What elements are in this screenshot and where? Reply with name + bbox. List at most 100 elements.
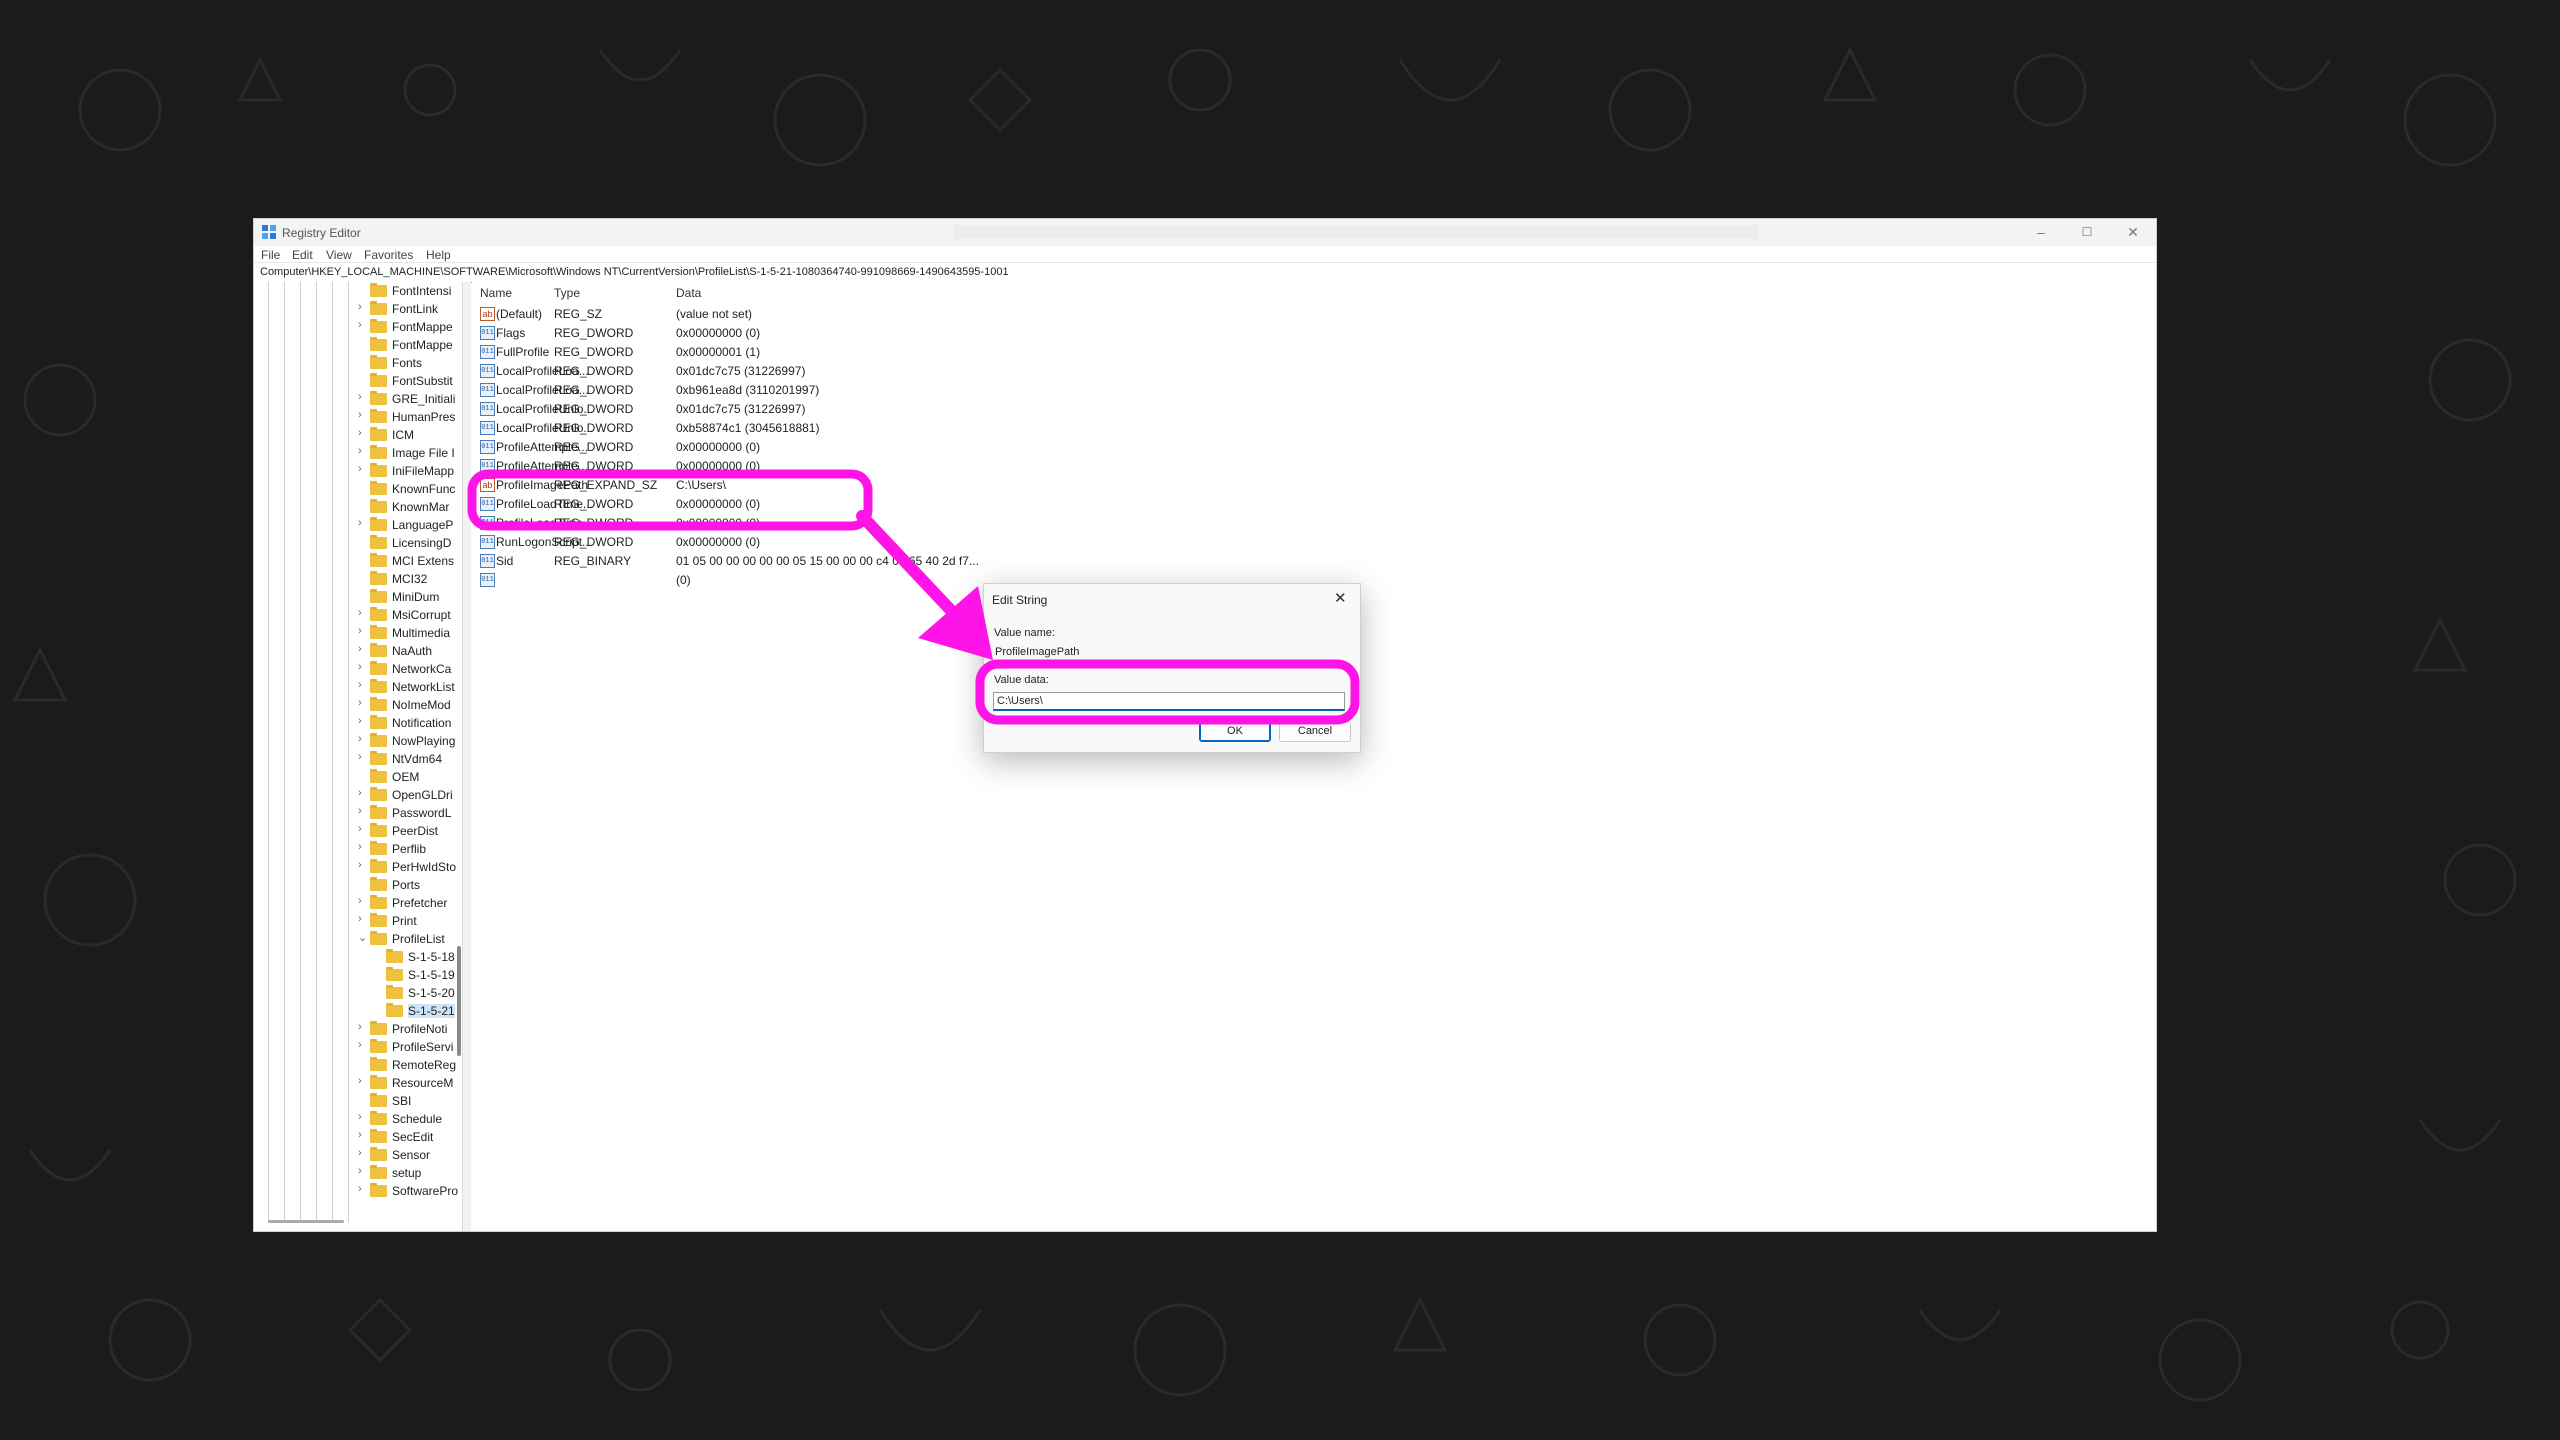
folder-icon [370,517,387,531]
value-data-text[interactable]: C:\Users\ [997,695,1043,707]
column-header-type[interactable]: Type [554,286,580,300]
minimize-button[interactable]: – [2018,219,2064,246]
chevron-right-icon[interactable]: › [358,1129,368,1141]
chevron-right-icon[interactable]: › [358,301,368,313]
menu-help[interactable]: Help [426,248,451,262]
tree-node-label: LicensingD [392,536,452,550]
maximize-button[interactable]: ☐ [2064,219,2110,246]
value-row[interactable]: 011 FullProfile REG_DWORD 0x00000001 (1) [472,342,1072,361]
folder-icon [370,1183,387,1197]
tree-node-label: ProfileServi [392,1040,454,1054]
address-bar[interactable]: Computer\HKEY_LOCAL_MACHINE\SOFTWARE\Mic… [254,262,2156,283]
value-data-cell: 0x00000001 (1) [676,345,761,359]
chevron-right-icon[interactable]: › [358,661,368,673]
value-data-input[interactable]: C:\Users\ [993,692,1345,711]
tree-vertical-scrollbar[interactable] [457,946,461,1056]
tree-node-label: S-1-5-18 [408,950,455,964]
values-list-pane[interactable]: Name Type Data ab (Default) REG_SZ (value n… [472,282,2156,1231]
chevron-right-icon[interactable]: › [358,409,368,421]
chevron-right-icon[interactable]: › [358,805,368,817]
chevron-right-icon[interactable]: › [358,1021,368,1033]
value-row[interactable]: ab (Default) REG_SZ (value not set) [472,304,1072,323]
chevron-right-icon[interactable]: › [358,751,368,763]
value-row[interactable]: 011 RunLogonScript... REG_DWORD 0x00000000 … [472,532,1072,551]
chevron-right-icon[interactable]: › [358,1039,368,1051]
binary-value-icon: 011 [480,345,495,359]
folder-icon [370,895,387,909]
binary-value-icon: 011 [480,535,495,549]
folder-icon [370,805,387,819]
chevron-right-icon[interactable]: › [358,463,368,475]
chevron-right-icon[interactable]: › [358,823,368,835]
folder-icon [370,643,387,657]
value-data-cell: 0x00000000 (0) [676,440,761,454]
tree-node-label: MCI Extens [392,554,455,568]
value-name-label: Value name: [994,627,1055,639]
chevron-right-icon[interactable]: › [358,679,368,691]
value-row[interactable]: 011 LocalProfileUnlo... REG_DWORD 0x01dc7c7… [472,399,1072,418]
value-row[interactable]: 011 LocalProfileLoa... REG_DWORD 0x01dc7c75… [472,361,1072,380]
chevron-right-icon[interactable]: › [358,715,368,727]
menu-file[interactable]: File [261,248,280,262]
menu-favorites[interactable]: Favorites [364,248,413,262]
chevron-right-icon[interactable]: › [358,427,368,439]
address-path[interactable]: Computer\HKEY_LOCAL_MACHINE\SOFTWARE\Mic… [260,266,1009,278]
menu-edit[interactable]: Edit [292,248,313,262]
value-row[interactable]: 011 ProfileLoadTime... REG_DWORD 0x00000000… [472,494,1072,513]
chevron-right-icon[interactable]: › [358,643,368,655]
value-row[interactable]: 011 LocalProfileLoa... REG_DWORD 0xb961ea8d… [472,380,1072,399]
chevron-right-icon[interactable]: › [358,733,368,745]
chevron-right-icon[interactable]: › [358,391,368,403]
chevron-right-icon[interactable]: › [358,1111,368,1123]
value-row[interactable]: 011 Flags REG_DWORD 0x00000000 (0) [472,323,1072,342]
value-data-cell: 0x00000000 (0) [676,326,761,340]
value-row[interactable]: 011 (0) [472,570,1072,589]
chevron-right-icon[interactable]: › [358,1183,368,1195]
chevron-right-icon[interactable]: › [358,607,368,619]
folder-icon [370,445,387,459]
value-type-cell: REG_DWORD [554,440,634,454]
folder-icon [370,535,387,549]
chevron-right-icon[interactable]: › [358,913,368,925]
chevron-right-icon[interactable]: › [358,445,368,457]
chevron-right-icon[interactable]: › [358,1147,368,1159]
value-row[interactable]: 011 LocalProfileUnlo... REG_DWORD 0xb58874c… [472,418,1072,437]
chevron-right-icon[interactable]: › [358,859,368,871]
value-type-cell: REG_DWORD [554,326,634,340]
chevron-right-icon[interactable]: › [358,697,368,709]
value-type-cell: REG_DWORD [554,421,634,435]
value-row[interactable]: ab ProfileImagePath REG_EXPAND_SZ C:\Users\ [472,475,1072,494]
chevron-down-icon[interactable]: ⌄ [358,931,368,944]
key-tree-pane[interactable]: FontIntensi › FontLink › FontMappe FontMappe F… [254,282,462,1231]
menu-view[interactable]: View [326,248,352,262]
chevron-right-icon[interactable]: › [358,625,368,637]
tree-node-label: KnownFunc [392,482,456,496]
chevron-right-icon[interactable]: › [358,319,368,331]
chevron-right-icon[interactable]: › [358,841,368,853]
value-row[interactable]: 011 ProfileAttempte... REG_DWORD 0x00000000… [472,437,1072,456]
chevron-right-icon[interactable]: › [358,1165,368,1177]
chevron-right-icon[interactable]: › [358,895,368,907]
chevron-right-icon[interactable]: › [358,1075,368,1087]
chevron-right-icon[interactable]: › [358,517,368,529]
folder-icon [370,355,387,369]
cancel-button[interactable]: Cancel [1279,721,1351,742]
column-header-data[interactable]: Data [676,286,701,300]
value-data-cell: 01 05 00 00 00 00 00 05 15 00 00 00 c4 0… [676,554,979,568]
value-row[interactable]: 011 Sid REG_BINARY 01 05 00 00 00 00 00 05 … [472,551,1072,570]
value-row[interactable]: 011 ProfileAttempte... REG_DWORD 0x00000000… [472,456,1072,475]
tree-node-label: PeerDist [392,824,439,838]
dialog-close-icon[interactable]: ✕ [1334,589,1347,607]
close-button[interactable]: ✕ [2110,219,2156,246]
column-header-name[interactable]: Name [480,286,512,300]
tree-node-label: MCI32 [392,572,428,586]
pane-splitter[interactable] [462,282,471,1231]
folder-icon [370,283,387,297]
title-bar[interactable]: Registry Editor – ☐ ✕ [254,219,2156,246]
value-row[interactable]: 011 ProfileLoadTime... REG_DWORD 0x00000000… [472,513,1072,532]
tree-horizontal-scrollbar[interactable] [268,1220,344,1223]
ok-button[interactable]: OK [1199,721,1271,742]
folder-icon [370,715,387,729]
string-value-icon: ab [480,478,495,492]
chevron-right-icon[interactable]: › [358,787,368,799]
